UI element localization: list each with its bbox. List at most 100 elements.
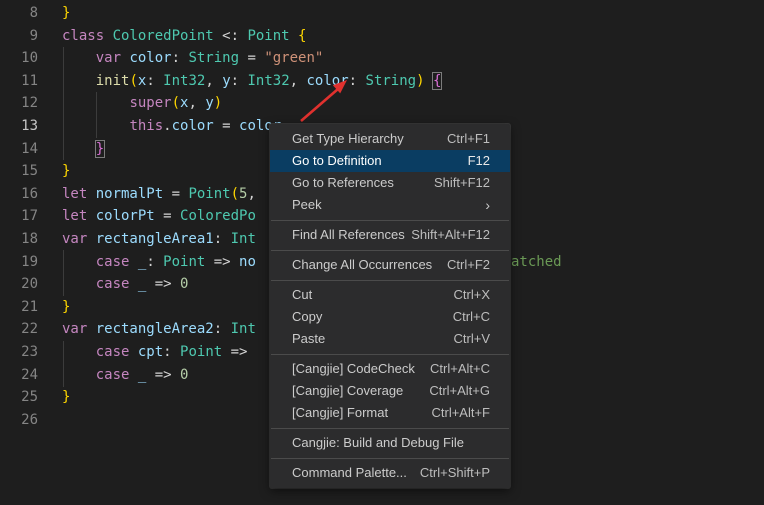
menu-item-shortcut: Ctrl+Alt+F	[431, 402, 490, 424]
code-token: rectangleArea1	[96, 231, 214, 247]
line-number[interactable]: 25	[0, 386, 38, 409]
menu-item-paste[interactable]: PasteCtrl+V	[270, 328, 510, 350]
menu-item-command-palette[interactable]: Command Palette... Ctrl+Shift+P	[270, 462, 510, 484]
code-token: Int32	[163, 73, 205, 89]
code-line[interactable]: 12 super(x, y)	[0, 92, 764, 115]
code-token	[62, 95, 129, 111]
code-text: }	[62, 160, 70, 183]
code-token: Int32	[247, 73, 289, 89]
line-number[interactable]: 13	[0, 115, 38, 138]
code-token: :	[172, 50, 189, 66]
code-token: atched	[511, 251, 562, 274]
menu-item-label: Cangjie: Build and Debug File	[292, 432, 464, 454]
code-token: var	[62, 321, 96, 337]
menu-item-label: [Cangjie] Format	[292, 402, 388, 424]
code-token: =>	[222, 344, 247, 360]
menu-item-cangjie-build-and-debug-file[interactable]: Cangjie: Build and Debug File	[270, 432, 510, 454]
line-number[interactable]: 18	[0, 228, 38, 251]
menu-item-get-type-hierarchy[interactable]: Get Type HierarchyCtrl+F1	[270, 128, 510, 150]
menu-item-change-all-occurrences[interactable]: Change All OccurrencesCtrl+F2	[270, 254, 510, 276]
code-token	[62, 276, 96, 292]
code-text: class ColoredPoint <: Point {	[62, 25, 306, 48]
menu-item-label: Paste	[292, 328, 325, 350]
code-editor[interactable]: 8}9class ColoredPoint <: Point {10 var c…	[0, 0, 764, 505]
code-text: case _ => 0	[62, 364, 188, 387]
line-number[interactable]: 17	[0, 205, 38, 228]
code-line[interactable]: 9 class ColoredPoint <: Point {	[0, 25, 764, 48]
code-text: }	[62, 138, 104, 161]
menu-separator	[271, 428, 509, 429]
menu-item-find-all-references[interactable]: Find All ReferencesShift+Alt+F12	[270, 224, 510, 246]
line-number[interactable]: 26	[0, 409, 38, 432]
menu-item-go-to-definition[interactable]: Go to DefinitionF12	[270, 150, 510, 172]
code-token: ,	[188, 95, 205, 111]
code-token: cpt	[138, 344, 163, 360]
code-token: this	[129, 118, 163, 134]
line-number[interactable]: 24	[0, 364, 38, 387]
menu-item-shortcut: Ctrl+Shift+P	[420, 462, 490, 484]
code-token: String	[366, 73, 417, 89]
code-text: var rectangleArea1: Int	[62, 228, 256, 251]
code-token: y	[205, 95, 213, 111]
line-number[interactable]: 12	[0, 92, 38, 115]
code-token: }	[62, 163, 70, 179]
line-number[interactable]: 14	[0, 138, 38, 161]
menu-item-go-to-references[interactable]: Go to ReferencesShift+F12	[270, 172, 510, 194]
code-text: }	[62, 296, 70, 319]
code-token: rectangleArea2	[96, 321, 214, 337]
code-token: Point	[163, 254, 205, 270]
line-number[interactable]: 23	[0, 341, 38, 364]
line-number[interactable]: 22	[0, 318, 38, 341]
menu-item-cangjie-format[interactable]: [Cangjie] Format Ctrl+Alt+F	[270, 402, 510, 424]
line-number[interactable]: 9	[0, 25, 38, 48]
line-number[interactable]: 16	[0, 183, 38, 206]
menu-item-cut[interactable]: Cut Ctrl+X	[270, 284, 510, 306]
menu-item-shortcut: Shift+F12	[434, 172, 490, 194]
code-token	[62, 344, 96, 360]
menu-item-label: Command Palette...	[292, 462, 407, 484]
code-token: ,	[290, 73, 307, 89]
code-token: String	[188, 50, 239, 66]
code-token: colorPt	[96, 208, 155, 224]
menu-item-cangjie-coverage[interactable]: [Cangjie] CoverageCtrl+Alt+G	[270, 380, 510, 402]
menu-item-cangjie-codecheck[interactable]: [Cangjie] CodeCheckCtrl+Alt+C	[270, 358, 510, 380]
code-token: "green"	[264, 50, 323, 66]
line-number[interactable]: 10	[0, 47, 38, 70]
code-token: :	[214, 321, 231, 337]
line-number[interactable]: 20	[0, 273, 38, 296]
code-token: case	[96, 276, 138, 292]
code-token: let	[62, 208, 96, 224]
menu-item-label: [Cangjie] Coverage	[292, 380, 403, 402]
code-token: ColoredPo	[180, 208, 256, 224]
menu-separator	[271, 220, 509, 221]
menu-item-copy[interactable]: CopyCtrl+C	[270, 306, 510, 328]
menu-item-shortcut: Ctrl+X	[454, 284, 490, 306]
code-token: ,	[205, 73, 222, 89]
code-token: 0	[180, 276, 188, 292]
menu-item-peek[interactable]: Peek›	[270, 194, 510, 216]
menu-item-label: Cut	[292, 284, 312, 306]
code-token: =	[155, 208, 180, 224]
code-token: normalPt	[96, 186, 163, 202]
line-number[interactable]: 21	[0, 296, 38, 319]
line-number[interactable]: 15	[0, 160, 38, 183]
code-line[interactable]: 11 init(x: Int32, y: Int32, color: Strin…	[0, 70, 764, 93]
line-number[interactable]: 8	[0, 2, 38, 25]
code-token	[62, 73, 96, 89]
code-token: color	[172, 118, 214, 134]
code-token: color	[307, 73, 349, 89]
code-token: (	[172, 95, 180, 111]
code-line[interactable]: 8}	[0, 2, 764, 25]
menu-item-shortcut: Ctrl+C	[453, 306, 490, 328]
menu-item-label: [Cangjie] CodeCheck	[292, 358, 415, 380]
code-token: (	[231, 186, 239, 202]
line-number[interactable]: 19	[0, 251, 38, 274]
code-token: )	[214, 95, 222, 111]
menu-item-label: Peek	[292, 194, 322, 216]
code-text: }	[62, 2, 70, 25]
code-token: super	[129, 95, 171, 111]
menu-item-shortcut: Ctrl+F2	[447, 254, 490, 276]
code-line[interactable]: 10 var color: String = "green"	[0, 47, 764, 70]
code-text: this.color = color	[62, 115, 281, 138]
line-number[interactable]: 11	[0, 70, 38, 93]
